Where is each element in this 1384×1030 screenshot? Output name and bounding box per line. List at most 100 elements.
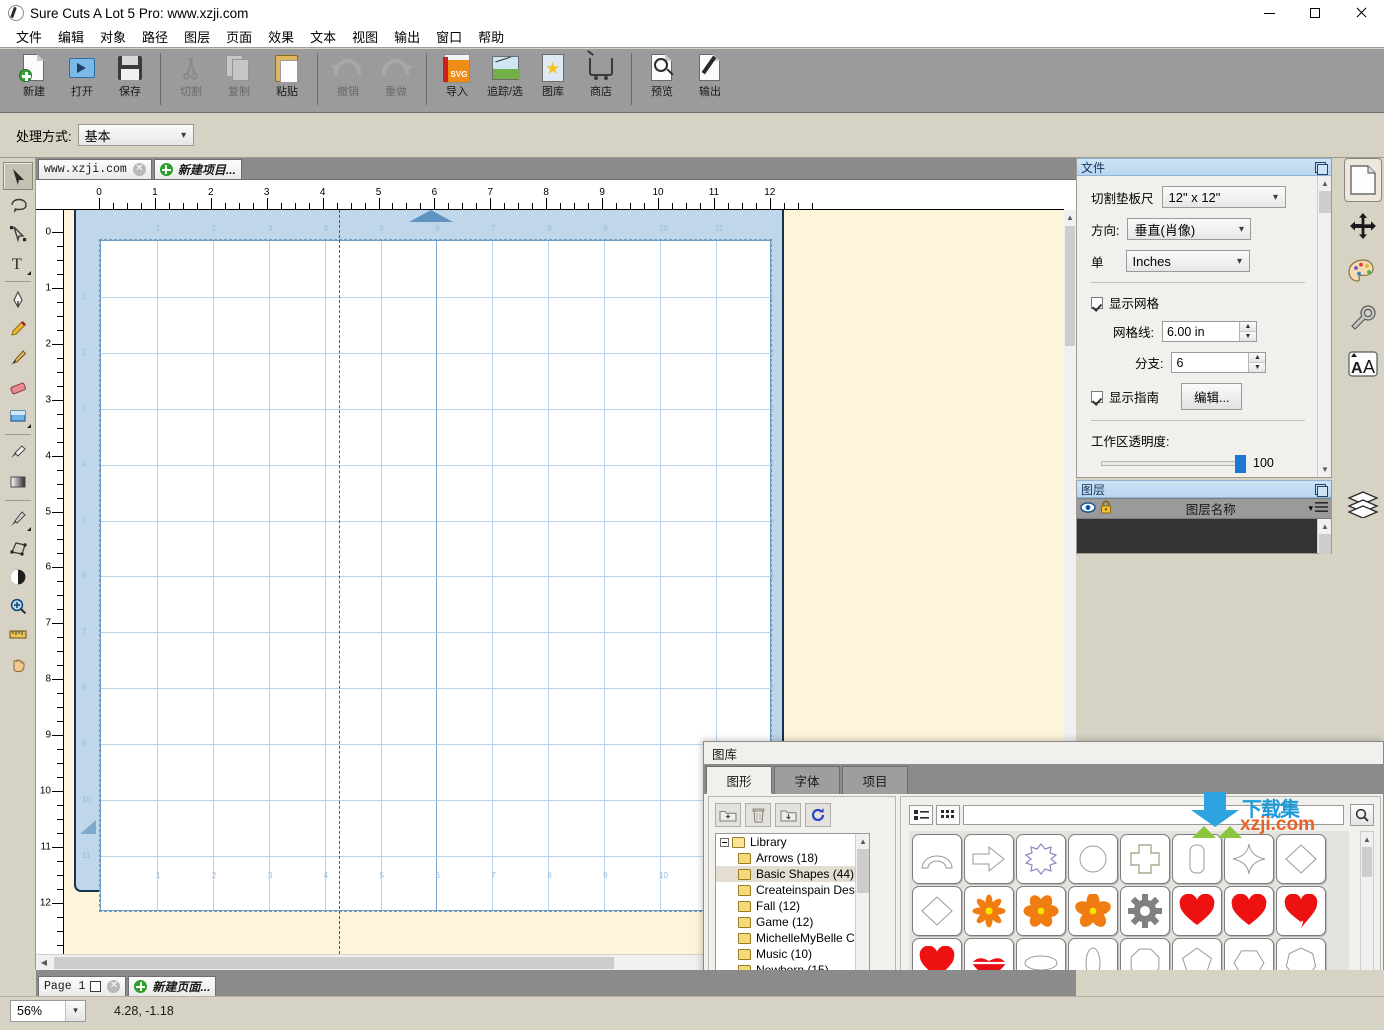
toolbar-button-redo[interactable]: 重做 [372, 49, 420, 111]
mat-size-select[interactable]: 12" x 12" ▾ [1162, 186, 1286, 208]
mode-select[interactable]: 基本 ▾ [78, 124, 194, 146]
stepper-buttons[interactable]: ▲ ▼ [1239, 322, 1256, 341]
toolbar-button-preview-magnifier[interactable]: 预览 [638, 49, 686, 111]
menu-item-0[interactable]: 文件 [8, 25, 50, 48]
zoom-tool[interactable] [3, 592, 33, 620]
expand-panel-icon[interactable] [1314, 161, 1327, 174]
wrench-settings-button[interactable] [1344, 296, 1382, 340]
layers-list[interactable] [1077, 519, 1317, 553]
chevron-down-icon[interactable]: ▾ [65, 1001, 85, 1021]
hand-pan-tool[interactable] [3, 650, 33, 678]
menu-item-10[interactable]: 窗口 [428, 25, 470, 48]
diamond-2-shape[interactable] [912, 886, 962, 936]
new-page-icon[interactable] [134, 980, 147, 993]
circle-shape[interactable] [1068, 834, 1118, 884]
edit-guides-button[interactable]: 编辑... [1181, 383, 1242, 410]
tree-scroll-thumb[interactable] [857, 849, 869, 893]
gradient-tool[interactable] [3, 468, 33, 496]
tree-item-7[interactable]: Music (10) [716, 946, 869, 962]
grid-line-input[interactable] [1163, 322, 1239, 341]
cutting-mat[interactable]: 1111222233334444555566667777888899991010… [74, 210, 784, 892]
lasso-tool[interactable] [3, 191, 33, 219]
flower-6-petal-shape[interactable] [1016, 886, 1066, 936]
move-position-button[interactable] [1344, 204, 1382, 248]
library-tab-2[interactable]: 项目 [842, 766, 908, 794]
stepper-down-icon[interactable]: ▼ [1240, 332, 1256, 341]
layers-scrollbar[interactable]: ▲ [1317, 519, 1331, 553]
list-view-button[interactable] [909, 805, 933, 825]
text-tool[interactable]: T [3, 249, 33, 277]
menu-item-6[interactable]: 效果 [260, 25, 302, 48]
layers-button[interactable] [1344, 482, 1382, 526]
grid-view-button[interactable] [936, 805, 960, 825]
opacity-slider[interactable] [1101, 458, 1243, 468]
menu-item-11[interactable]: 帮助 [470, 25, 512, 48]
library-folder-tree[interactable]: LibraryArrows (18)Basic Shapes (44)Creat… [715, 833, 870, 993]
delete-trash-button[interactable] [745, 803, 771, 827]
pen-tool[interactable] [3, 286, 33, 314]
menu-item-7[interactable]: 文本 [302, 25, 344, 48]
scroll-up-icon[interactable]: ▲ [1318, 519, 1332, 534]
expand-panel-icon[interactable] [1314, 483, 1327, 496]
document-tab-1[interactable]: 新建项目... [154, 159, 242, 179]
tree-item-2[interactable]: Basic Shapes (44) [716, 866, 869, 882]
toolbar-button-scissors[interactable]: 切割 [167, 49, 215, 111]
scroll-up-icon[interactable]: ▲ [1361, 832, 1373, 847]
measure-tool[interactable] [3, 621, 33, 649]
tree-item-0[interactable]: Library [716, 834, 869, 850]
toolbar-button-save-floppy[interactable]: 保存 [106, 49, 154, 111]
starburst-shape[interactable] [1016, 834, 1066, 884]
subdivision-stepper[interactable]: ▲ ▼ [1171, 352, 1266, 373]
scroll-up-icon[interactable]: ▲ [856, 834, 870, 849]
menu-item-2[interactable]: 对象 [92, 25, 134, 48]
panel-scroll-thumb[interactable] [1319, 191, 1331, 213]
menu-item-8[interactable]: 视图 [344, 25, 386, 48]
library-search-button[interactable] [1350, 804, 1374, 826]
add-folder-button[interactable] [715, 803, 741, 827]
refresh-button[interactable] [805, 803, 831, 827]
shear-tool[interactable] [3, 534, 33, 562]
text-properties-button[interactable]: AA [1344, 342, 1382, 386]
gear-shape[interactable] [1120, 886, 1170, 936]
tree-item-5[interactable]: Game (12) [716, 914, 869, 930]
toolbar-button-undo[interactable]: 撤销 [324, 49, 372, 111]
pencil-tool[interactable] [3, 315, 33, 343]
toolbar-button-copy[interactable]: 复制 [215, 49, 263, 111]
brush-tool[interactable] [3, 344, 33, 372]
units-select[interactable]: Inches ▾ [1126, 250, 1250, 272]
heart-shape[interactable] [1172, 886, 1222, 936]
subdivision-input[interactable] [1172, 353, 1248, 372]
document-tab-0[interactable]: www.xzji.com✕ [38, 159, 152, 179]
close-tab-icon[interactable]: ✕ [133, 163, 146, 176]
toolbar-button-open-folder[interactable]: 打开 [58, 49, 106, 111]
stepper-up-icon[interactable]: ▲ [1240, 322, 1256, 332]
heart-tail-shape[interactable] [1276, 886, 1326, 936]
chevron-down-icon[interactable]: ▾ [1308, 503, 1313, 514]
tree-item-6[interactable]: MichelleMyBelle Cre [716, 930, 869, 946]
scroll-up-icon[interactable]: ▲ [1064, 210, 1076, 225]
document-page-button[interactable] [1344, 158, 1382, 202]
eyedropper-tool[interactable] [3, 439, 33, 467]
tree-scrollbar[interactable]: ▲ ▼ [855, 834, 869, 992]
library-tab-0[interactable]: 图形 [706, 766, 772, 794]
h-scroll-thumb[interactable] [54, 957, 614, 969]
eraser-tool[interactable] [3, 373, 33, 401]
heart-2-shape[interactable] [1224, 886, 1274, 936]
new-document-icon[interactable] [160, 163, 173, 176]
stepper-buttons[interactable]: ▲ ▼ [1248, 353, 1265, 372]
cross-shape[interactable] [1120, 834, 1170, 884]
flower-8-petal-shape[interactable] [964, 886, 1014, 936]
menu-item-5[interactable]: 页面 [218, 25, 260, 48]
show-guides-checkbox[interactable]: 显示指南 [1091, 387, 1159, 406]
library-search-input[interactable] [963, 805, 1344, 825]
file-panel-scrollbar[interactable]: ▲ ▼ [1317, 176, 1331, 477]
color-palette-button[interactable] [1344, 250, 1382, 294]
stepper-down-icon[interactable]: ▼ [1249, 363, 1265, 372]
collapse-toggle-icon[interactable] [720, 838, 729, 847]
arc-shape[interactable] [912, 834, 962, 884]
shape-rectangle-tool[interactable] [3, 402, 33, 430]
rounded-rect-shape[interactable] [1172, 834, 1222, 884]
menu-item-4[interactable]: 图层 [176, 25, 218, 48]
close-button[interactable] [1338, 0, 1384, 26]
shape-grid-vertical-scrollbar[interactable]: ▲ [1360, 831, 1374, 991]
